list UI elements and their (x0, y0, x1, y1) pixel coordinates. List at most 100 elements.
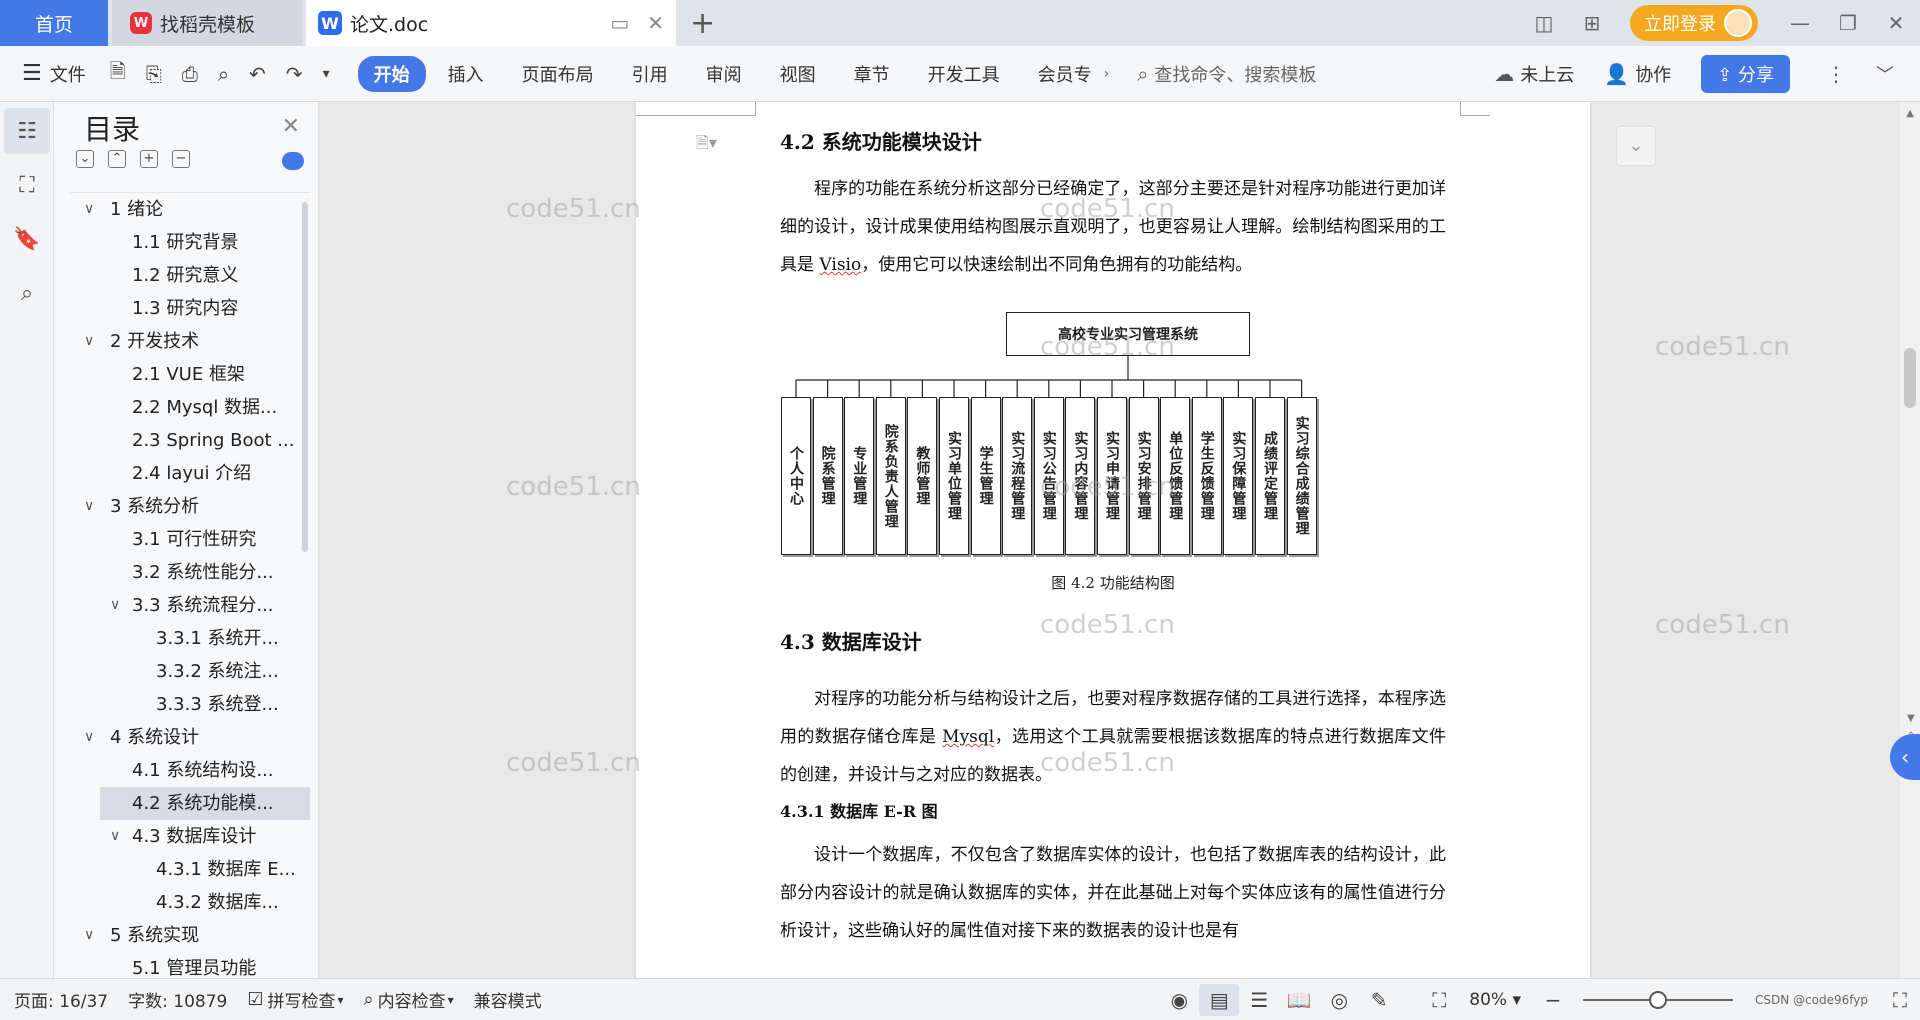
collapse-all-icon[interactable]: ⌃ (108, 150, 126, 168)
navigation-pane-icon[interactable]: ⛶ (4, 162, 50, 208)
save-icon[interactable]: 🗎 (110, 57, 126, 91)
customize-chevron-icon[interactable]: ▾ (323, 66, 330, 82)
expand-arrow-icon[interactable]: ∨ (84, 919, 94, 952)
close-window-icon[interactable]: ✕ (1872, 11, 1920, 35)
minimize-icon[interactable]: — (1776, 11, 1824, 35)
tab-document[interactable]: W 论文.doc ▭ ✕ (306, 0, 676, 46)
eye-protect-icon[interactable]: ◉ (1159, 988, 1199, 1012)
fit-page-icon[interactable]: ⛶ (1419, 988, 1459, 1012)
pen-icon[interactable]: ✎ (1359, 988, 1399, 1012)
content-check-button[interactable]: ⌕ 内容检查 ▾ (364, 987, 454, 1012)
share-button[interactable]: ⇪ 分享 (1701, 55, 1790, 93)
layout-switch-icon[interactable]: ◫ (1520, 11, 1568, 35)
ribbon-tab[interactable]: 视图 (764, 56, 832, 92)
vertical-scrollbar[interactable]: ▲ ▼⌃⌄ (1900, 102, 1920, 978)
ribbon-tab[interactable]: 章节 (838, 56, 906, 92)
toc-scrollbar[interactable] (302, 202, 308, 552)
ribbon-tab[interactable]: 开始 (357, 55, 426, 92)
side-panel-toggle-icon[interactable]: ‹ (1890, 734, 1920, 780)
fullscreen-icon[interactable]: ⛶ (1880, 988, 1920, 1012)
toc-item[interactable]: 4.3.2 数据库... (70, 886, 310, 919)
print-preview-icon[interactable]: ⌕ (218, 62, 229, 86)
toc-item[interactable]: ∨ 3 系统分析 (70, 490, 310, 523)
ribbon-tab[interactable]: 页面布局 (506, 56, 610, 92)
zoom-out-icon[interactable]: − (1533, 988, 1573, 1012)
tab-home[interactable]: 首页 (0, 0, 108, 46)
remove-heading-icon[interactable]: − (172, 150, 190, 168)
ribbon-tab[interactable]: 审阅 (690, 56, 758, 92)
bookmark-icon[interactable]: 🔖 (4, 216, 50, 262)
add-heading-icon[interactable]: + (140, 150, 158, 168)
toc-item[interactable]: ∨ 2 开发技术 (70, 325, 310, 358)
close-panel-icon[interactable]: ✕ (282, 114, 300, 139)
word-count[interactable]: 字数: 10879 (128, 987, 227, 1012)
toc-item[interactable]: 4.1 系统结构设... (70, 754, 310, 787)
toc-item[interactable]: ∨ 1 绪论 (70, 193, 310, 226)
cloud-status-button[interactable]: ☁ 未上云 (1494, 61, 1574, 87)
toc-item[interactable]: 2.3 Spring Boot ... (70, 424, 310, 457)
scroll-thumb[interactable] (1904, 348, 1916, 408)
expand-arrow-icon[interactable]: ∨ (84, 193, 94, 226)
ribbon-tab[interactable]: 开发工具 (912, 56, 1016, 92)
restore-icon[interactable]: ❐ (1824, 11, 1872, 35)
expand-arrow-icon[interactable]: ∨ (110, 589, 120, 622)
paragraph-menu-icon[interactable]: 🗎▾ (696, 132, 717, 159)
toc-item[interactable]: 2.4 layui 介绍 (70, 457, 310, 490)
toc-item[interactable]: 2.1 VUE 框架 (70, 358, 310, 391)
expand-arrow-icon[interactable]: ∨ (84, 721, 94, 754)
command-search[interactable]: ⌕ 查找命令、搜索模板 (1137, 61, 1467, 87)
toc-item[interactable]: 3.3.1 系统开... (70, 622, 310, 655)
print-icon[interactable]: ⎙ (182, 62, 198, 86)
zoom-level[interactable]: 80% ▾ (1469, 990, 1521, 1010)
toc-item[interactable]: 1.3 研究内容 (70, 292, 310, 325)
toc-item[interactable]: ∨ 5 系统实现 (70, 919, 310, 952)
collaborate-button[interactable]: 👤 协作 (1604, 61, 1671, 87)
ribbon-tab[interactable]: 引用 (616, 56, 684, 92)
toc-item[interactable]: 3.1 可行性研究 (70, 523, 310, 556)
toc-item[interactable]: 4.3.1 数据库 E... (70, 853, 310, 886)
zoom-slider[interactable] (1583, 991, 1734, 1009)
toc-item[interactable]: 3.3.2 系统注... (70, 655, 310, 688)
scroll-up-icon[interactable]: ▲ (1906, 108, 1914, 119)
toc-item[interactable]: ∨ 3.3 系统流程分... (70, 589, 310, 622)
float-window-icon[interactable]: ▭ (610, 11, 629, 35)
toc-item[interactable]: 1.1 研究背景 (70, 226, 310, 259)
outline-view-icon[interactable]: ☰ (1239, 988, 1279, 1012)
toc-item[interactable]: 3.3.3 系统登... (70, 688, 310, 721)
tab-docer[interactable]: W 找稻壳模板 (112, 0, 302, 46)
ai-assistant-icon[interactable] (282, 152, 304, 170)
toc-item[interactable]: 4.2 系统功能模... (100, 787, 310, 820)
login-button[interactable]: 立即登录 (1630, 5, 1758, 41)
toc-item[interactable]: ∨ 4.3 数据库设计 (70, 820, 310, 853)
page-view-icon[interactable]: ▤ (1199, 984, 1240, 1016)
page-indicator[interactable]: 页面: 16/37 (14, 987, 108, 1012)
toc-item[interactable]: 1.2 研究意义 (70, 259, 310, 292)
collapse-toolbar-icon[interactable]: ⌄ (1616, 126, 1656, 166)
toc-panel-icon[interactable]: ☷ (4, 108, 50, 154)
expand-all-icon[interactable]: ⌄ (76, 150, 94, 168)
export-pdf-icon[interactable]: ⎘ (146, 62, 162, 86)
expand-arrow-icon[interactable]: ∨ (84, 490, 94, 523)
file-menu-button[interactable]: ☰ 文件 (22, 61, 86, 87)
ribbon-tab[interactable]: 会员专 (1022, 56, 1108, 92)
zoom-slider-knob[interactable] (1649, 991, 1668, 1009)
web-view-icon[interactable]: ◎ (1319, 988, 1359, 1012)
spell-check-button[interactable]: ☑ 拼写检查 ▾ (247, 987, 343, 1012)
ribbon-more-icon[interactable]: › (1104, 66, 1110, 82)
ribbon-tab[interactable]: 插入 (432, 56, 500, 92)
expand-arrow-icon[interactable]: ∨ (110, 820, 120, 853)
toc-item[interactable]: ∨ 4 系统设计 (70, 721, 310, 754)
document-page[interactable]: 🗎▾ 4.2 系统功能模块设计 程序的功能在系统分析这部分已经确定了，这部分主要… (636, 102, 1590, 978)
more-options-icon[interactable]: ⋮ (1826, 62, 1846, 86)
expand-arrow-icon[interactable]: ∨ (84, 325, 94, 358)
collapse-ribbon-icon[interactable]: ﹀ (1876, 61, 1894, 87)
reading-view-icon[interactable]: 📖 (1279, 988, 1319, 1012)
toc-item[interactable]: 5.1 管理员功能 (70, 952, 310, 978)
apps-grid-icon[interactable]: ⊞ (1568, 11, 1616, 35)
toc-item[interactable]: 3.2 系统性能分... (70, 556, 310, 589)
close-tab-icon[interactable]: ✕ (647, 11, 664, 35)
toc-item[interactable]: 2.2 Mysql 数据... (70, 391, 310, 424)
undo-icon[interactable]: ↶ (249, 62, 266, 86)
redo-icon[interactable]: ↷ (286, 62, 303, 86)
find-icon[interactable]: ⌕ (4, 270, 50, 316)
